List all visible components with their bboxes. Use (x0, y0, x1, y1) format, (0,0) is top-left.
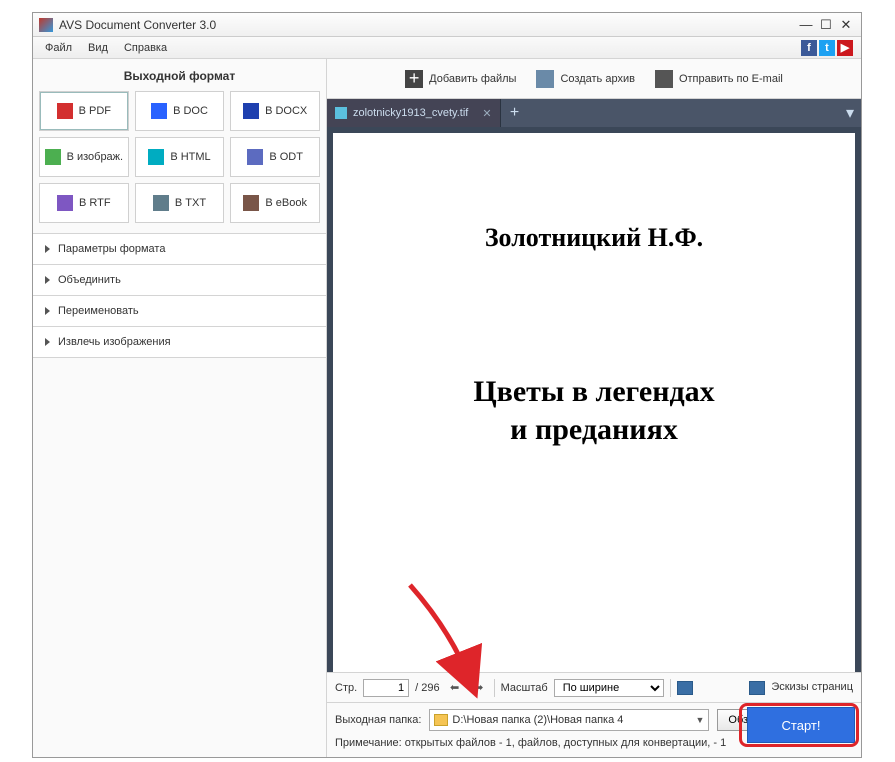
output-label: Выходная папка: (335, 714, 421, 726)
doc-icon (151, 103, 167, 119)
main-area: +Добавить файлы Создать архив Отправить … (327, 59, 861, 757)
create-archive-button[interactable]: Создать архив (536, 70, 634, 88)
chevron-down-icon[interactable]: ▼ (695, 715, 704, 725)
prev-page-button[interactable]: ⬅ (446, 679, 464, 697)
app-window: AVS Document Converter 3.0 — ☐ ✕ Файл Ви… (32, 12, 862, 758)
rtf-icon (57, 195, 73, 211)
divider (494, 679, 495, 697)
tab-label: zolotnicky1913_cvety.tif (353, 107, 468, 119)
format-docx[interactable]: В DOCX (230, 91, 320, 131)
page-label: Стр. (335, 682, 357, 694)
output-path: D:\Новая папка (2)\Новая папка 4 (452, 714, 691, 726)
format-ebook[interactable]: В eBook (230, 183, 320, 223)
menu-view[interactable]: Вид (80, 40, 116, 56)
app-body: Выходной формат В PDF В DOC В DOCX В изо… (33, 59, 861, 757)
docx-icon (243, 103, 259, 119)
twitter-icon[interactable]: t (819, 40, 835, 56)
output-row: Выходная папка: D:\Новая папка (2)\Новая… (327, 702, 861, 733)
chevron-right-icon (45, 307, 50, 315)
plus-icon: + (405, 70, 423, 88)
format-pdf[interactable]: В PDF (39, 91, 129, 131)
preview-area: Золотницкий Н.Ф. Цветы в легендах и пред… (327, 127, 861, 672)
toolbar: +Добавить файлы Создать архив Отправить … (327, 59, 861, 99)
format-html[interactable]: В HTML (135, 137, 225, 177)
odt-icon (247, 149, 263, 165)
divider (670, 679, 671, 697)
format-grid: В PDF В DOC В DOCX В изображ. В HTML В O… (33, 91, 326, 233)
maximize-button[interactable]: ☐ (817, 17, 835, 33)
youtube-icon[interactable]: ▶ (837, 40, 853, 56)
start-button[interactable]: Старт! (747, 707, 855, 743)
ebook-icon (243, 195, 259, 211)
tab-close-icon[interactable]: ✕ (482, 107, 491, 120)
image-icon (45, 149, 61, 165)
document-page: Золотницкий Н.Ф. Цветы в легендах и пред… (333, 133, 855, 672)
output-path-field[interactable]: D:\Новая папка (2)\Новая папка 4 ▼ (429, 709, 709, 731)
sidebar: Выходной формат В PDF В DOC В DOCX В изо… (33, 59, 327, 757)
file-icon (335, 107, 347, 119)
thumbnails-label: Эскизы страниц (771, 681, 853, 693)
chevron-right-icon (45, 276, 50, 284)
thumbnails-icon[interactable] (749, 681, 765, 695)
menu-help[interactable]: Справка (116, 40, 175, 56)
folder-icon (434, 714, 448, 726)
minimize-button[interactable]: — (797, 17, 815, 33)
titlebar: AVS Document Converter 3.0 — ☐ ✕ (33, 13, 861, 37)
sidebar-title: Выходной формат (33, 59, 326, 91)
accordion-rename[interactable]: Переименовать (33, 295, 326, 326)
page-total: / 296 (415, 682, 439, 694)
add-tab-button[interactable]: + (501, 99, 529, 127)
next-page-button[interactable]: ➡ (470, 679, 488, 697)
tab-menu-button[interactable]: ▾ (839, 99, 861, 127)
page-input[interactable] (363, 679, 409, 697)
format-doc[interactable]: В DOC (135, 91, 225, 131)
txt-icon (153, 195, 169, 211)
accordion-merge[interactable]: Объединить (33, 264, 326, 295)
document-title: Цветы в легендах и преданиях (473, 373, 714, 448)
archive-icon (536, 70, 554, 88)
zoom-label: Масштаб (501, 682, 548, 694)
send-email-button[interactable]: Отправить по E-mail (655, 70, 783, 88)
document-author: Золотницкий Н.Ф. (485, 223, 703, 253)
format-odt[interactable]: В ODT (230, 137, 320, 177)
close-button[interactable]: ✕ (837, 17, 855, 33)
format-image[interactable]: В изображ. (39, 137, 129, 177)
mail-icon (655, 70, 673, 88)
print-icon[interactable] (677, 681, 693, 695)
chevron-right-icon (45, 245, 50, 253)
pager-bar: Стр. / 296 ⬅ ➡ Масштаб По ширине Эскизы … (327, 672, 861, 702)
accordion-extract-images[interactable]: Извлечь изображения (33, 326, 326, 358)
app-icon (39, 18, 53, 32)
zoom-select[interactable]: По ширине (554, 679, 664, 697)
chevron-right-icon (45, 338, 50, 346)
menu-file[interactable]: Файл (37, 40, 80, 56)
pdf-icon (57, 103, 73, 119)
document-tab[interactable]: zolotnicky1913_cvety.tif ✕ (327, 99, 501, 127)
tabbar: zolotnicky1913_cvety.tif ✕ + ▾ (327, 99, 861, 127)
accordion-format-params[interactable]: Параметры формата (33, 233, 326, 264)
format-txt[interactable]: В TXT (135, 183, 225, 223)
add-files-button[interactable]: +Добавить файлы (405, 70, 516, 88)
facebook-icon[interactable]: f (801, 40, 817, 56)
menubar: Файл Вид Справка f t ▶ (33, 37, 861, 59)
html-icon (148, 149, 164, 165)
format-rtf[interactable]: В RTF (39, 183, 129, 223)
window-title: AVS Document Converter 3.0 (59, 18, 795, 32)
